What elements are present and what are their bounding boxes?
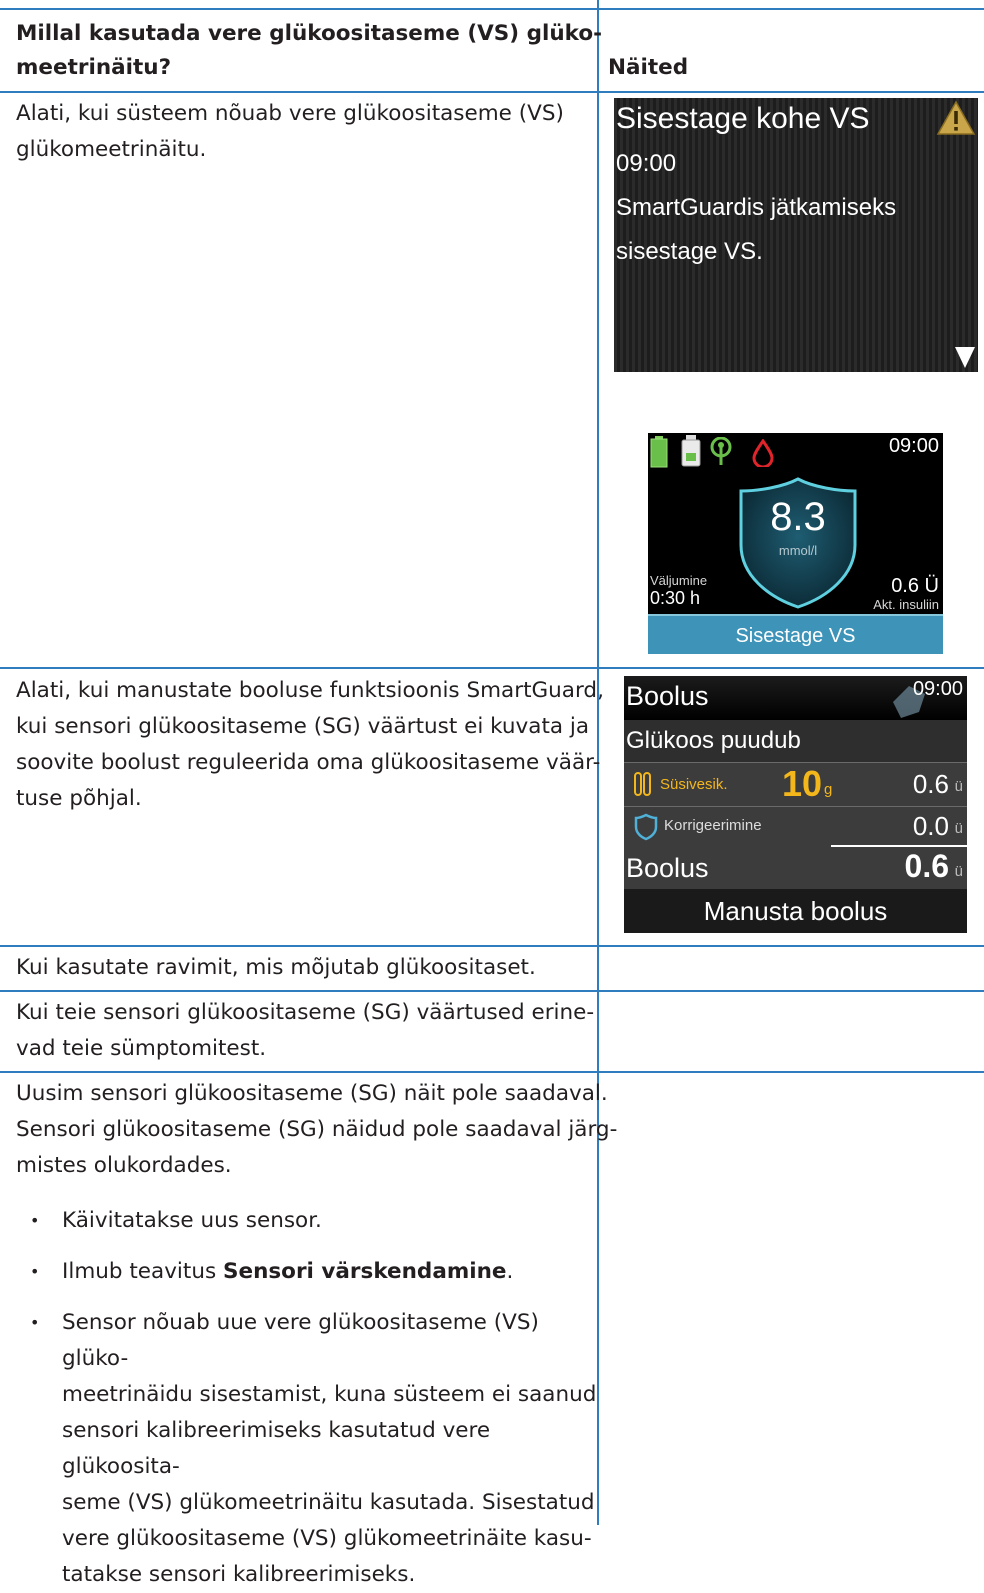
deliver-bolus-button[interactable]: Manusta boolus <box>624 889 967 933</box>
table-border <box>0 1071 984 1073</box>
warning-triangle-icon <box>936 100 976 135</box>
table-border <box>0 990 984 992</box>
text-line: Alati, kui manustate booluse funktsiooni… <box>16 678 604 703</box>
pump-home-screen: 09:00 8.3 mmol/l Väljumine 0:30 h 0.6 Ü … <box>648 433 943 654</box>
down-arrow-icon <box>955 347 975 368</box>
carb-unit: g <box>824 781 833 798</box>
row-5-text: Uusim sensori glükoositaseme (SG) näit p… <box>16 1076 617 1184</box>
glucose-status: Glükoos puudub <box>626 727 801 754</box>
bullet-dot: • <box>30 1262 40 1281</box>
text-line: tuse põhjal. <box>16 786 142 811</box>
text-span: Ilmub teavitus <box>62 1259 223 1284</box>
blood-drop-icon <box>752 439 774 467</box>
bullet-text: Ilmub teavitus Sensori värskendamine. <box>62 1254 597 1290</box>
text-line: Alati, kui süsteem nõuab vere glükoosita… <box>16 101 564 126</box>
text-line: tatakse sensori kalibreerimiseks. <box>62 1562 416 1587</box>
screen-title: Boolus <box>626 681 709 711</box>
text-line: soovite boolust reguleerida oma glükoosi… <box>16 750 601 775</box>
header-examples: Näited <box>608 55 689 80</box>
bolus-value: 0.6 <box>904 848 949 884</box>
screen-message: sisestage VS. <box>616 238 763 265</box>
screen-header: Boolus 09:00 <box>624 676 967 720</box>
battery-icon <box>650 436 668 468</box>
bullet-dot: • <box>30 1211 40 1230</box>
bolus-total-row: Boolus 0.6 ü <box>624 848 967 890</box>
row-1-text: Alati, kui süsteem nõuab vere glükoosita… <box>16 96 564 168</box>
carb-icon <box>634 772 651 796</box>
text-span: . <box>506 1259 514 1284</box>
text-line: vad teie sümptomitest. <box>16 1036 267 1061</box>
table: Millal kasutada vere glükoositaseme (VS)… <box>0 0 984 1587</box>
carb-label: Süsivesik. <box>660 776 728 793</box>
screen-time: 09:00 <box>616 150 677 177</box>
text-line: vere glükoositaseme (VS) glükomeetrinäit… <box>62 1526 592 1551</box>
glucose-row: Glükoos puudub <box>624 720 967 762</box>
carb-value: 10 <box>782 763 823 804</box>
table-border <box>0 8 984 10</box>
unit-label: ü <box>954 778 963 795</box>
correction-row: Korrigeerimine 0.0 ü <box>624 807 967 847</box>
text-line: Kui teie sensori glükoositaseme (SG) vää… <box>16 1000 595 1025</box>
pump-screen-enter-bg-now: Sisestage kohe VS 09:00 SmartGuardis jät… <box>614 98 978 372</box>
bullet-dot: • <box>30 1313 40 1332</box>
row-3-text: Kui kasutate ravimit, mis mõjutab glükoo… <box>16 950 536 986</box>
header-line: Millal kasutada vere glükoositaseme (VS)… <box>16 21 603 46</box>
table-border <box>0 945 984 947</box>
bolus-label: Boolus <box>626 853 709 883</box>
header-line: meetrinäitu? <box>16 55 172 80</box>
sum-line <box>831 845 967 847</box>
text-line: seme (VS) glükomeetrinäitu kasutada. Sis… <box>62 1490 595 1515</box>
screen-time: 09:00 <box>912 678 963 700</box>
text-line: glükomeetrinäitu. <box>16 137 207 162</box>
text-line: mistes olukordades. <box>16 1153 232 1178</box>
sensor-icon <box>710 437 732 465</box>
bold-term: Sensori värskendamine <box>223 1259 507 1284</box>
screen-title: Sisestage kohe VS <box>616 102 870 135</box>
active-insulin-label: Akt. insuliin <box>873 597 939 612</box>
table-border <box>0 91 984 93</box>
glucose-unit: mmol/l <box>778 543 818 558</box>
active-insulin-value: 0.6 Ü <box>891 575 939 597</box>
unit-label: ü <box>954 820 963 837</box>
text-line: meetrinäidu sisestamist, kuna süsteem ei… <box>62 1382 597 1407</box>
bullet-text: Käivitatakse uus sensor. <box>62 1208 322 1233</box>
text-line: Sensor nõuab uue vere glükoositaseme (VS… <box>62 1310 539 1371</box>
text-line: Sensori glükoositaseme (SG) näidud pole … <box>16 1117 618 1142</box>
shield-icon <box>634 813 658 841</box>
text-line: Uusim sensori glükoositaseme (SG) näit p… <box>16 1081 608 1106</box>
unit-label: ü <box>954 863 963 880</box>
bullet-text: Sensor nõuab uue vere glükoositaseme (VS… <box>62 1305 597 1593</box>
row-2-text: Alati, kui manustate booluse funktsiooni… <box>16 673 604 817</box>
text-line: sensori kalibreerimiseks kasutatud vere … <box>62 1418 491 1479</box>
correction-value[interactable]: 0.0 <box>913 811 949 842</box>
text-line: Kui kasutate ravimit, mis mõjutab glükoo… <box>16 955 536 980</box>
table-border <box>0 667 984 669</box>
correction-label: Korrigeerimine <box>664 817 762 834</box>
exit-label: Väljumine <box>650 573 708 588</box>
enter-bg-button[interactable]: Sisestage VS <box>648 614 943 654</box>
reservoir-icon <box>681 435 701 467</box>
screen-message: SmartGuardis jätkamiseks <box>616 194 897 221</box>
header-question: Millal kasutada vere glükoositaseme (VS)… <box>16 17 602 85</box>
exit-value: 0:30 h <box>650 588 701 608</box>
row-4-text: Kui teie sensori glükoositaseme (SG) vää… <box>16 995 594 1067</box>
carb-row: Süsivesik. 10 g 0.6 ü <box>624 763 967 806</box>
screen-time: 09:00 <box>888 435 939 457</box>
pump-bolus-screen: Boolus 09:00 Glükoos puudub Süsivesik. 1… <box>624 676 967 933</box>
carb-insulin-value[interactable]: 0.6 <box>913 769 949 800</box>
glucose-value: 8.3 <box>770 495 826 539</box>
text-line: kui sensori glükoositaseme (SG) väärtust… <box>16 714 590 739</box>
